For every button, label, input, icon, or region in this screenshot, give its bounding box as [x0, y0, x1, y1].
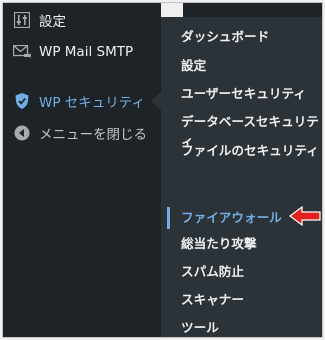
admin-menu-frame: 設定 WP Mail SMTP WP セキュリティ メニューを閉じる ダッシュボ… — [2, 2, 323, 338]
submenu-item-file-security[interactable]: ファイルのセキュリティ — [161, 141, 321, 161]
sidebar-item-settings[interactable]: 設定 — [3, 5, 161, 35]
sidebar-item-label: メニューを閉じる — [39, 127, 147, 143]
submenu-item-scanner[interactable]: スキャナー — [161, 290, 322, 310]
sidebar-item-wp-mail-smtp[interactable]: WP Mail SMTP — [3, 37, 161, 67]
sidebar-item-wp-security[interactable]: WP セキュリティ — [3, 86, 161, 116]
submenu-item-tools[interactable]: ツール — [161, 318, 322, 337]
admin-sidebar: 設定 WP Mail SMTP WP セキュリティ メニューを閉じる — [3, 3, 161, 337]
submenu-item-user-security[interactable]: ユーザーセキュリティ — [161, 84, 322, 104]
settings-sliders-icon — [11, 10, 33, 30]
collapse-icon — [11, 123, 33, 143]
submenu-pointer — [151, 92, 161, 110]
wp-security-submenu: ダッシュボード 設定 ユーザーセキュリティ データベースセキュリティ ファイルの… — [161, 17, 322, 337]
page-background-strip — [161, 3, 183, 17]
mail-icon — [11, 42, 33, 62]
annotation-arrow-icon — [289, 206, 321, 226]
sidebar-item-label: WP Mail SMTP — [39, 44, 134, 60]
sidebar-item-label: WP セキュリティ — [39, 95, 145, 111]
submenu-item-settings[interactable]: 設定 — [161, 56, 322, 76]
submenu-item-brute-force[interactable]: 総当たり攻撃 — [161, 234, 322, 254]
shield-icon — [11, 91, 33, 111]
submenu-item-spam-prevention[interactable]: スパム防止 — [161, 262, 322, 282]
submenu-top-area — [183, 3, 322, 17]
collapse-menu-button[interactable]: メニューを閉じる — [3, 118, 161, 148]
sidebar-item-label: 設定 — [39, 14, 66, 30]
submenu-item-dashboard[interactable]: ダッシュボード — [161, 27, 322, 47]
